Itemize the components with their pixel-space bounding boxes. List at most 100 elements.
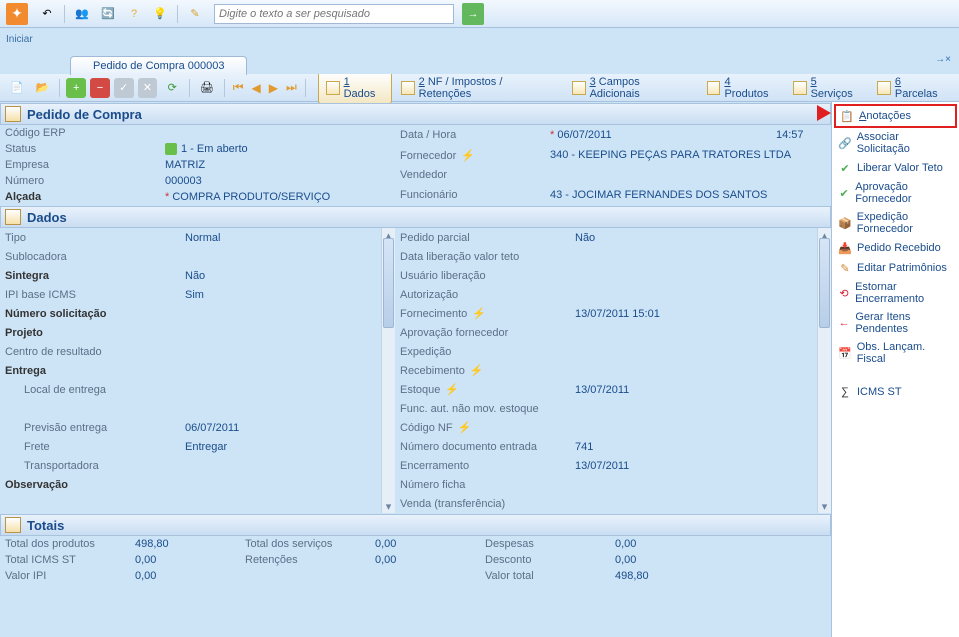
nav-prev-icon[interactable]: ◀ bbox=[250, 81, 263, 95]
add-button[interactable]: + bbox=[66, 78, 86, 98]
data-field-row: Local de entrega bbox=[0, 380, 395, 399]
side-action-item[interactable]: ✎Editar Patrimônios bbox=[834, 258, 957, 278]
cancel-button[interactable]: ✕ bbox=[138, 78, 158, 98]
header-field-row: Vendedor bbox=[395, 166, 831, 186]
scroll-thumb[interactable] bbox=[819, 238, 830, 328]
data-field-row: Expedição bbox=[395, 342, 831, 361]
side-action-item[interactable]: ←Gerar Itens Pendentes bbox=[834, 308, 957, 338]
section-tab-3[interactable]: 3 Campos Adicionais bbox=[565, 73, 698, 103]
side-item-icon: 🔗 bbox=[838, 136, 852, 150]
document-tab-bar: Pedido de Compra 000003 →× bbox=[0, 50, 959, 74]
nav-next-icon[interactable]: ▶ bbox=[267, 81, 280, 95]
nav-last-icon[interactable]: ⏭ bbox=[284, 80, 299, 95]
side-item-icon: 📦 bbox=[838, 216, 852, 230]
side-item-label: ICMS ST bbox=[857, 386, 902, 398]
bolt-icon: ⚡ bbox=[472, 308, 486, 320]
side-action-item[interactable]: 📦Expedição Fornecedor bbox=[834, 208, 957, 238]
total-label: Valor total bbox=[480, 568, 610, 584]
tab-close-icon[interactable]: →× bbox=[935, 54, 951, 65]
side-action-item[interactable]: 🔗 Associar Solicitação bbox=[834, 128, 957, 158]
total-value: 498,80 bbox=[130, 536, 240, 552]
refresh-icon[interactable]: 🔄 bbox=[97, 3, 119, 25]
separator bbox=[64, 5, 65, 23]
data-field-row: Func. aut. não mov. estoque bbox=[395, 399, 831, 418]
data-field-row: Sublocadora bbox=[0, 247, 395, 266]
highlight-arrow-icon bbox=[817, 105, 831, 121]
side-actions-panel: 📋Anotações 🔗 Associar Solicitação ✔Liberar … bbox=[831, 102, 959, 637]
total-value: 0,00 bbox=[610, 552, 720, 568]
side-action-item[interactable]: ∑ ICMS ST bbox=[834, 382, 957, 402]
data-field-row: Observação bbox=[0, 475, 395, 494]
search-go-button[interactable]: → bbox=[462, 3, 484, 25]
total-label: Desconto bbox=[480, 552, 610, 568]
scrollbar-left[interactable]: ▴ ▾ bbox=[381, 228, 395, 513]
app-start-icon[interactable]: ✦ bbox=[6, 3, 28, 25]
total-value: 0,00 bbox=[130, 552, 240, 568]
data-field-row: Venda (transferência) bbox=[395, 494, 831, 513]
side-action-item[interactable]: ✔Aprovação Fornecedor bbox=[834, 178, 957, 208]
calendar-icon bbox=[707, 81, 721, 95]
header-field-row: Status1 - Em aberto bbox=[0, 141, 395, 157]
side-item-icon: ∑ bbox=[838, 385, 852, 399]
section-tab-4[interactable]: 4 Produtos bbox=[700, 73, 784, 103]
open-folder-icon[interactable]: 📂 bbox=[32, 77, 54, 99]
section-tab-2[interactable]: 2 NF / Impostos / Retenções bbox=[394, 73, 563, 103]
header-field-row: Fornecedor ⚡340 - KEEPING PEÇAS PARA TRA… bbox=[395, 145, 831, 166]
top-toolbar: ✦ ↶ 👥 🔄 ? 💡 ✎ → bbox=[0, 0, 959, 28]
tip-icon[interactable]: 💡 bbox=[149, 3, 171, 25]
calendar-icon bbox=[326, 81, 340, 95]
data-field-row: Usuário liberação bbox=[395, 266, 831, 285]
side-action-item[interactable]: ⟲Estornar Encerramento bbox=[834, 278, 957, 308]
side-item-label: Obs. Lançam. Fiscal bbox=[857, 341, 953, 365]
scroll-down-icon[interactable]: ▾ bbox=[818, 499, 831, 513]
scroll-thumb[interactable] bbox=[383, 238, 394, 328]
print-icon[interactable]: 🖨 bbox=[196, 77, 218, 99]
bolt-icon: ⚡ bbox=[470, 365, 484, 377]
total-label: Total ICMS ST bbox=[0, 552, 130, 568]
scroll-down-icon[interactable]: ▾ bbox=[382, 499, 395, 513]
data-field-row: Estoque ⚡13/07/2011 bbox=[395, 380, 831, 399]
calendar-icon bbox=[793, 81, 807, 95]
section-tab-6[interactable]: 6 Parcelas bbox=[870, 73, 953, 103]
section-tab-1[interactable]: 1 Dados bbox=[318, 72, 392, 104]
document-tab[interactable]: Pedido de Compra 000003 bbox=[70, 56, 247, 75]
total-label: Valor IPI bbox=[0, 568, 130, 584]
side-action-item[interactable]: ✔Liberar Valor Teto bbox=[834, 158, 957, 178]
header-field-row: EmpresaMATRIZ bbox=[0, 157, 395, 173]
data-field-row: Projeto bbox=[0, 323, 395, 342]
help-icon[interactable]: ? bbox=[123, 3, 145, 25]
side-action-item[interactable]: 📅Obs. Lançam. Fiscal bbox=[834, 338, 957, 368]
scrollbar-right[interactable]: ▴ ▾ bbox=[817, 228, 831, 513]
side-item-label: Anotações bbox=[859, 110, 911, 122]
refresh-button[interactable]: ⟳ bbox=[161, 77, 183, 99]
side-item-label: Estornar Encerramento bbox=[855, 281, 953, 305]
data-field-row: SintegraNão bbox=[0, 266, 395, 285]
side-action-item[interactable]: 📋Anotações bbox=[834, 104, 957, 128]
nav-first-icon[interactable]: ⏮ bbox=[231, 80, 246, 95]
total-value: 0,00 bbox=[130, 568, 240, 584]
data-field-row: IPI base ICMSSim bbox=[0, 285, 395, 304]
new-doc-icon[interactable]: 📄 bbox=[6, 77, 28, 99]
header-field-row: Funcionário43 - JOCIMAR FERNANDES DOS SA… bbox=[395, 185, 831, 205]
bolt-icon: ⚡ bbox=[461, 150, 475, 162]
data-field-row: Número ficha bbox=[395, 475, 831, 494]
total-value: 0,00 bbox=[370, 552, 480, 568]
undo-icon[interactable]: ↶ bbox=[36, 3, 58, 25]
separator bbox=[177, 5, 178, 23]
data-field-row bbox=[0, 399, 395, 418]
data-field-row: Encerramento13/07/2011 bbox=[395, 456, 831, 475]
status-chip-icon bbox=[165, 143, 177, 155]
section-tab-5[interactable]: 5 Serviços bbox=[786, 73, 868, 103]
data-field-row: Transportadora bbox=[0, 456, 395, 475]
side-action-item[interactable]: 📥Pedido Recebido bbox=[834, 238, 957, 258]
data-field-row: Fornecimento ⚡13/07/2011 15:01 bbox=[395, 304, 831, 323]
people-icon[interactable]: 👥 bbox=[71, 3, 93, 25]
remove-button[interactable]: − bbox=[90, 78, 110, 98]
total-value: 0,00 bbox=[610, 536, 720, 552]
data-field-row: Número solicitação bbox=[0, 304, 395, 323]
data-field-row: FreteEntregar bbox=[0, 437, 395, 456]
edit-icon[interactable]: ✎ bbox=[184, 3, 206, 25]
search-input[interactable] bbox=[214, 4, 454, 24]
confirm-button[interactable]: ✓ bbox=[114, 78, 134, 98]
side-item-label: Associar Solicitação bbox=[857, 131, 953, 155]
